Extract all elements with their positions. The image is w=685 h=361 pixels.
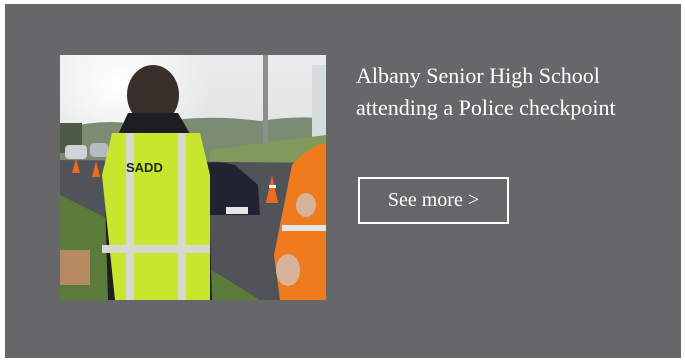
checkpoint-photo: SADD: [60, 55, 326, 300]
card-title: Albany Senior High School attending a Po…: [356, 63, 616, 120]
vest-logo: SADD: [126, 160, 163, 175]
see-more-button[interactable]: See more >: [358, 177, 509, 224]
news-card: SADD Albany Senior High School attending…: [5, 4, 681, 358]
